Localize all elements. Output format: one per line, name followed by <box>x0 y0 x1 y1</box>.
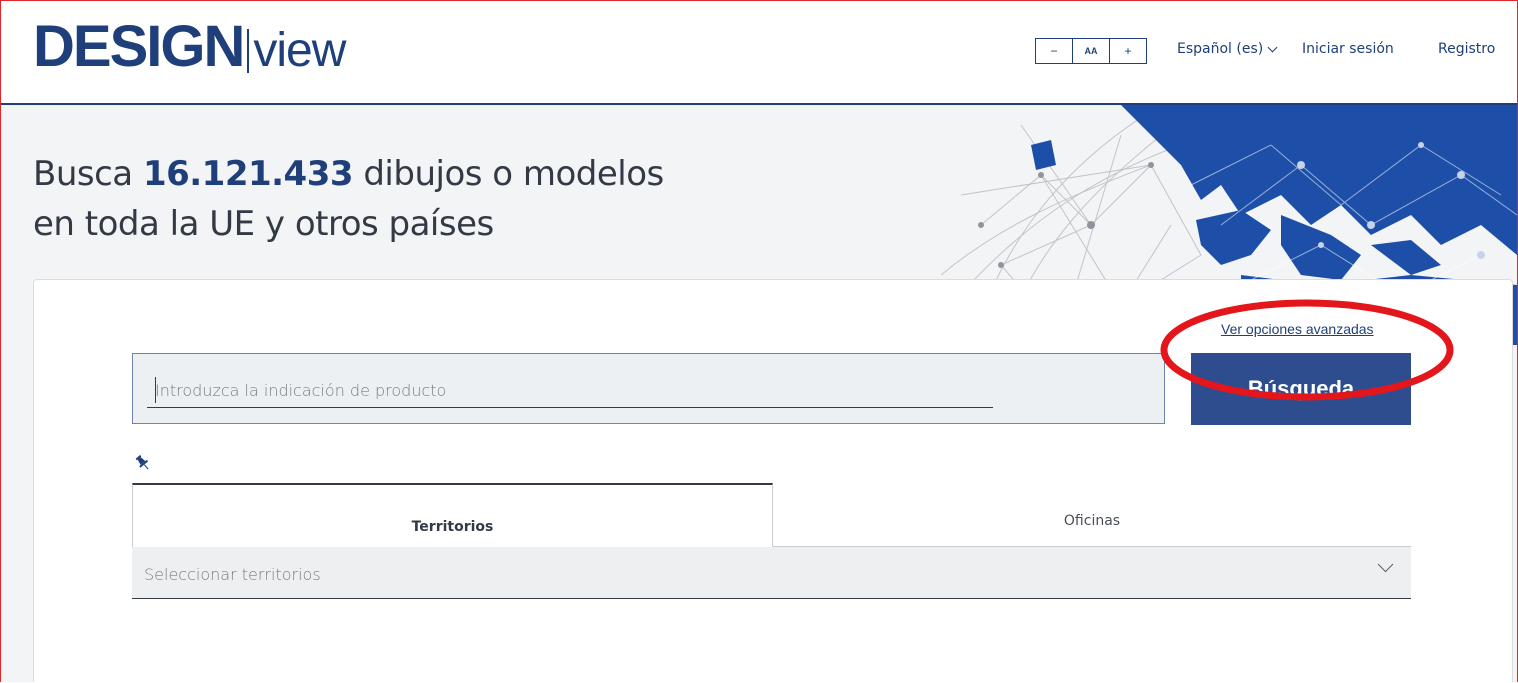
decrease-font-button[interactable]: − <box>1036 39 1072 63</box>
search-button[interactable]: Búsqueda <box>1191 353 1411 425</box>
logo-design-text: DESIGN <box>33 14 245 79</box>
search-box <box>132 353 1165 424</box>
login-link[interactable]: Iniciar sesión <box>1302 41 1394 57</box>
font-size-controls: − AA + <box>1035 38 1147 64</box>
reset-font-button[interactable]: AA <box>1072 39 1109 63</box>
hero-headline: Busca 16.121.433 dibujos o modelos en to… <box>33 149 664 249</box>
territories-select-placeholder: Seleccionar territorios <box>144 565 321 584</box>
chevron-down-icon <box>1267 42 1278 52</box>
headline-suffix: dibujos o modelos <box>363 154 664 194</box>
tab-oficinas[interactable]: Oficinas <box>773 483 1411 547</box>
chevron-down-icon <box>1377 556 1394 573</box>
site-header: DESIGN view − AA + Español (es) Iniciar … <box>1 1 1517 105</box>
headline-line-1: Busca 16.121.433 dibujos o modelos <box>33 149 664 199</box>
search-tabs: Territorios Oficinas <box>132 483 1411 547</box>
design-count: 16.121.433 <box>142 154 354 194</box>
headline-line-2: en toda la UE y otros países <box>33 204 494 244</box>
headline-prefix: Busca <box>33 154 133 194</box>
pin-icon[interactable] <box>134 454 152 472</box>
text-cursor <box>155 377 156 403</box>
language-selector[interactable]: Español (es) <box>1177 41 1278 57</box>
register-link[interactable]: Registro <box>1438 41 1495 57</box>
advanced-options-link[interactable]: Ver opciones avanzadas <box>1221 321 1374 337</box>
search-card <box>33 279 1513 682</box>
tab-territorios[interactable]: Territorios <box>132 483 773 547</box>
territories-select[interactable]: Seleccionar territorios <box>132 547 1411 599</box>
designview-logo[interactable]: DESIGN view <box>33 13 346 80</box>
increase-font-button[interactable]: + <box>1109 39 1146 63</box>
product-indication-input[interactable] <box>147 374 993 408</box>
logo-view-text: view <box>247 27 346 75</box>
page-frame: DESIGN view − AA + Español (es) Iniciar … <box>0 0 1518 682</box>
language-label: Español (es) <box>1177 41 1264 57</box>
